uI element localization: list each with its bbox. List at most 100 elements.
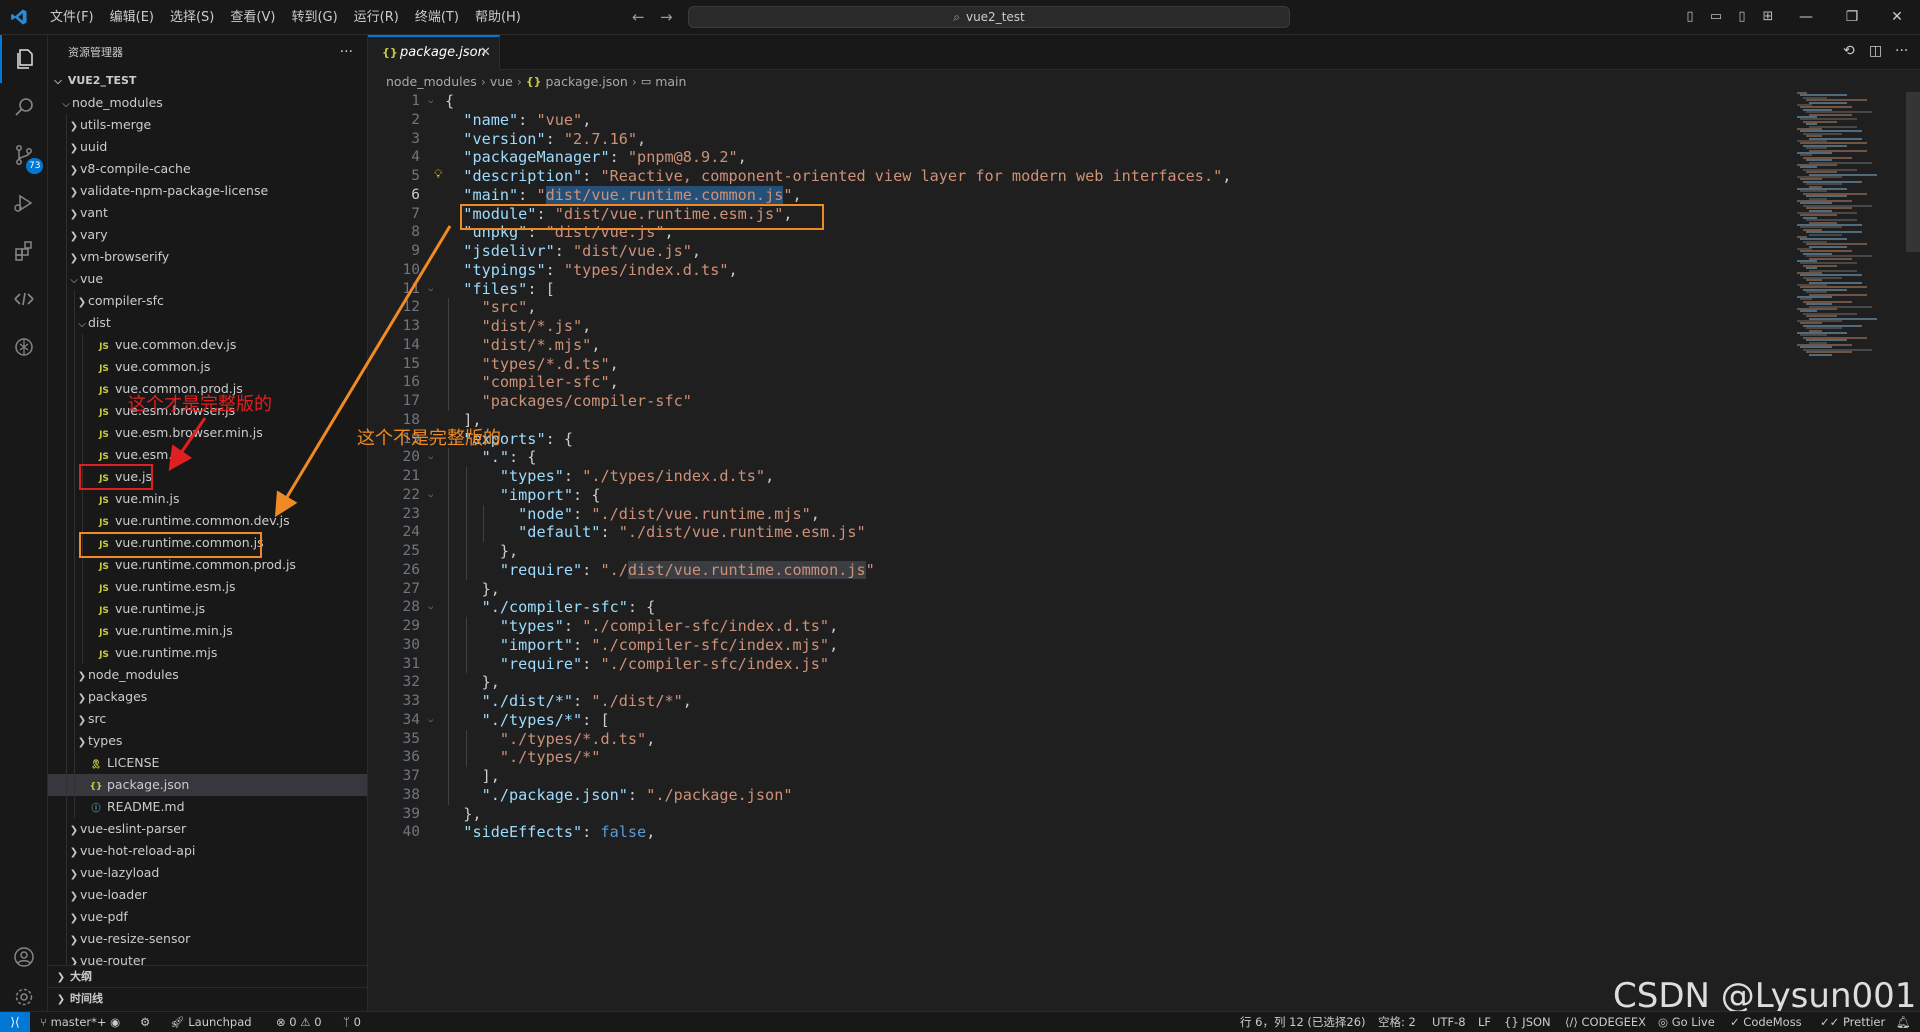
- indentation-status[interactable]: 空格: 2: [1378, 1012, 1416, 1032]
- branch-status[interactable]: ⑂ master*+ ◉: [40, 1012, 120, 1032]
- encoding-status[interactable]: UTF-8: [1432, 1012, 1466, 1032]
- codegeex-status[interactable]: ⟨/⟩ CODEGEEX: [1565, 1012, 1646, 1032]
- debug-status-icon[interactable]: ⚙: [140, 1012, 150, 1032]
- ports-status[interactable]: ᛘ 0: [343, 1012, 361, 1032]
- timeline-section[interactable]: ❯ 时间线: [48, 987, 367, 1009]
- tree-folder-item[interactable]: ❯ v8-compile-cache: [48, 158, 367, 180]
- menu-item[interactable]: 选择(S): [162, 0, 222, 35]
- fold-chevron-icon[interactable]: ⌵: [428, 598, 433, 617]
- tree-folder-item[interactable]: ❯ validate-npm-package-license: [48, 180, 367, 202]
- line-number: 15: [402, 355, 420, 372]
- menu-item[interactable]: 文件(F): [42, 0, 102, 35]
- menu-item[interactable]: 编辑(E): [102, 0, 162, 35]
- back-arrow-icon[interactable]: ←: [632, 8, 645, 26]
- launchpad-status[interactable]: 🚀︎ Launchpad: [170, 1012, 252, 1032]
- extensions-icon[interactable]: [0, 227, 48, 275]
- tree-folder-item[interactable]: ⌵ dist: [48, 312, 367, 334]
- tree-file-item[interactable]: JS vue.min.js: [48, 488, 367, 510]
- tree-folder-item[interactable]: ❯ vue-loader: [48, 884, 367, 906]
- tree-folder-item[interactable]: ❯ src: [48, 708, 367, 730]
- menu-item[interactable]: 终端(T): [407, 0, 467, 35]
- golive-status[interactable]: ◎ Go Live: [1658, 1012, 1715, 1032]
- minimap[interactable]: [1793, 92, 1913, 1012]
- tab-package-json[interactable]: {} package.json ✕: [368, 35, 500, 70]
- eol-status[interactable]: LF: [1478, 1012, 1491, 1032]
- tree-file-item[interactable]: JS vue.runtime.min.js: [48, 620, 367, 642]
- restore-icon[interactable]: ❐: [1829, 0, 1875, 35]
- timeline-history-icon[interactable]: ⟲: [1843, 43, 1855, 59]
- remote-explorer-icon[interactable]: [0, 275, 48, 323]
- tree-folder-item[interactable]: ❯ vary: [48, 224, 367, 246]
- tree-folder-item[interactable]: ❯ packages: [48, 686, 367, 708]
- codemoss-status[interactable]: ✓ CodeMoss: [1730, 1012, 1802, 1032]
- editor-scrollbar[interactable]: [1906, 92, 1920, 252]
- fold-chevron-icon[interactable]: ⌵: [428, 486, 433, 505]
- source-control-icon[interactable]: 73: [0, 131, 48, 179]
- problems-status[interactable]: ⊗ 0 ⚠ 0: [276, 1012, 322, 1032]
- notifications-bell-icon[interactable]: 🔔︎: [1896, 1012, 1911, 1032]
- tree-folder-item[interactable]: ❯ vue-pdf: [48, 906, 367, 928]
- menu-item[interactable]: 转到(G): [283, 0, 345, 35]
- code-line: 32 },: [368, 673, 1788, 692]
- tree-folder-item[interactable]: ❯ vue-hot-reload-api: [48, 840, 367, 862]
- menu-item[interactable]: 查看(V): [222, 0, 283, 35]
- tree-folder-item[interactable]: ❯ vant: [48, 202, 367, 224]
- tree-file-item[interactable]: 🎗︎ LICENSE: [48, 752, 367, 774]
- tree-folder-item[interactable]: ❯ vue-resize-sensor: [48, 928, 367, 950]
- fold-chevron-icon[interactable]: ⌵: [428, 92, 433, 111]
- menu-item[interactable]: 帮助(H): [467, 0, 529, 35]
- toggle-panel-icon[interactable]: ▭: [1706, 7, 1726, 27]
- tree-folder-item[interactable]: ⌵ node_modules: [48, 92, 367, 114]
- tree-folder-item[interactable]: ❯ types: [48, 730, 367, 752]
- minimize-icon[interactable]: —: [1783, 0, 1829, 35]
- search-icon[interactable]: [0, 83, 48, 131]
- tree-file-item[interactable]: JS vue.common.js: [48, 356, 367, 378]
- tree-file-item[interactable]: JS vue.runtime.mjs: [48, 642, 367, 664]
- outline-section[interactable]: ❯ 大纲: [48, 965, 367, 987]
- customize-layout-icon[interactable]: ⊞: [1758, 7, 1778, 27]
- ai-assistant-icon[interactable]: [0, 323, 48, 371]
- explorer-icon[interactable]: [0, 35, 48, 83]
- tree-file-item[interactable]: JS vue.esm.browser.min.js: [48, 422, 367, 444]
- workspace-root[interactable]: ⌵ VUE2_TEST: [48, 70, 367, 92]
- tree-folder-item[interactable]: ❯ vue-eslint-parser: [48, 818, 367, 840]
- tree-folder-item[interactable]: ❯ vue-lazyload: [48, 862, 367, 884]
- more-actions-icon[interactable]: ···: [340, 35, 353, 70]
- toggle-primary-sidebar-icon[interactable]: ▯: [1680, 7, 1700, 27]
- breadcrumb-item[interactable]: vue: [490, 71, 513, 93]
- split-editor-icon[interactable]: ◫: [1869, 43, 1882, 59]
- forward-arrow-icon[interactable]: →: [660, 8, 673, 26]
- lightbulb-icon[interactable]: 💡︎: [434, 167, 442, 182]
- language-status[interactable]: {} JSON: [1504, 1012, 1551, 1032]
- tree-folder-item[interactable]: ❯ uuid: [48, 136, 367, 158]
- more-actions-icon[interactable]: ···: [1895, 43, 1908, 59]
- fold-chevron-icon[interactable]: ⌵: [428, 448, 433, 467]
- tree-folder-item[interactable]: ❯ compiler-sfc: [48, 290, 367, 312]
- tree-folder-item[interactable]: ❯ node_modules: [48, 664, 367, 686]
- tree-file-item[interactable]: ⓘ README.md: [48, 796, 367, 818]
- fold-chevron-icon[interactable]: ⌵: [428, 711, 433, 730]
- fold-chevron-icon[interactable]: ⌵: [428, 280, 433, 299]
- breadcrumb-item[interactable]: node_modules: [386, 71, 477, 93]
- code-editor[interactable]: 1 ⌵{2 "name": "vue", 3 "version": "2.7.16"…: [368, 92, 1788, 1012]
- tree-file-item[interactable]: JS vue.esm.js: [48, 444, 367, 466]
- prettier-status[interactable]: ✓✓ Prettier: [1820, 1012, 1885, 1032]
- tree-file-item[interactable]: {} package.json: [48, 774, 367, 796]
- close-window-icon[interactable]: ✕: [1874, 0, 1920, 35]
- command-center-search[interactable]: ⌕ vue2_test: [688, 6, 1290, 28]
- run-debug-icon[interactable]: [0, 179, 48, 227]
- tree-folder-item[interactable]: ❯ vm-browserify: [48, 246, 367, 268]
- breadcrumb-item[interactable]: package.json: [546, 71, 628, 93]
- toggle-secondary-sidebar-icon[interactable]: ▯: [1732, 7, 1752, 27]
- tree-file-item[interactable]: JS vue.common.dev.js: [48, 334, 367, 356]
- remote-indicator-icon[interactable]: ⟩⟨: [0, 1012, 30, 1032]
- close-tab-icon[interactable]: ✕: [480, 45, 491, 60]
- breadcrumb-item[interactable]: main: [655, 71, 686, 93]
- tree-file-item[interactable]: JS vue.runtime.esm.js: [48, 576, 367, 598]
- tree-folder-item[interactable]: ⌵ vue: [48, 268, 367, 290]
- tree-file-item[interactable]: JS vue.runtime.common.dev.js: [48, 510, 367, 532]
- tree-folder-item[interactable]: ❯ utils-merge: [48, 114, 367, 136]
- tree-file-item[interactable]: JS vue.runtime.js: [48, 598, 367, 620]
- menu-item[interactable]: 运行(R): [346, 0, 407, 35]
- cursor-position-status[interactable]: 行 6，列 12 (已选择26): [1240, 1012, 1366, 1032]
